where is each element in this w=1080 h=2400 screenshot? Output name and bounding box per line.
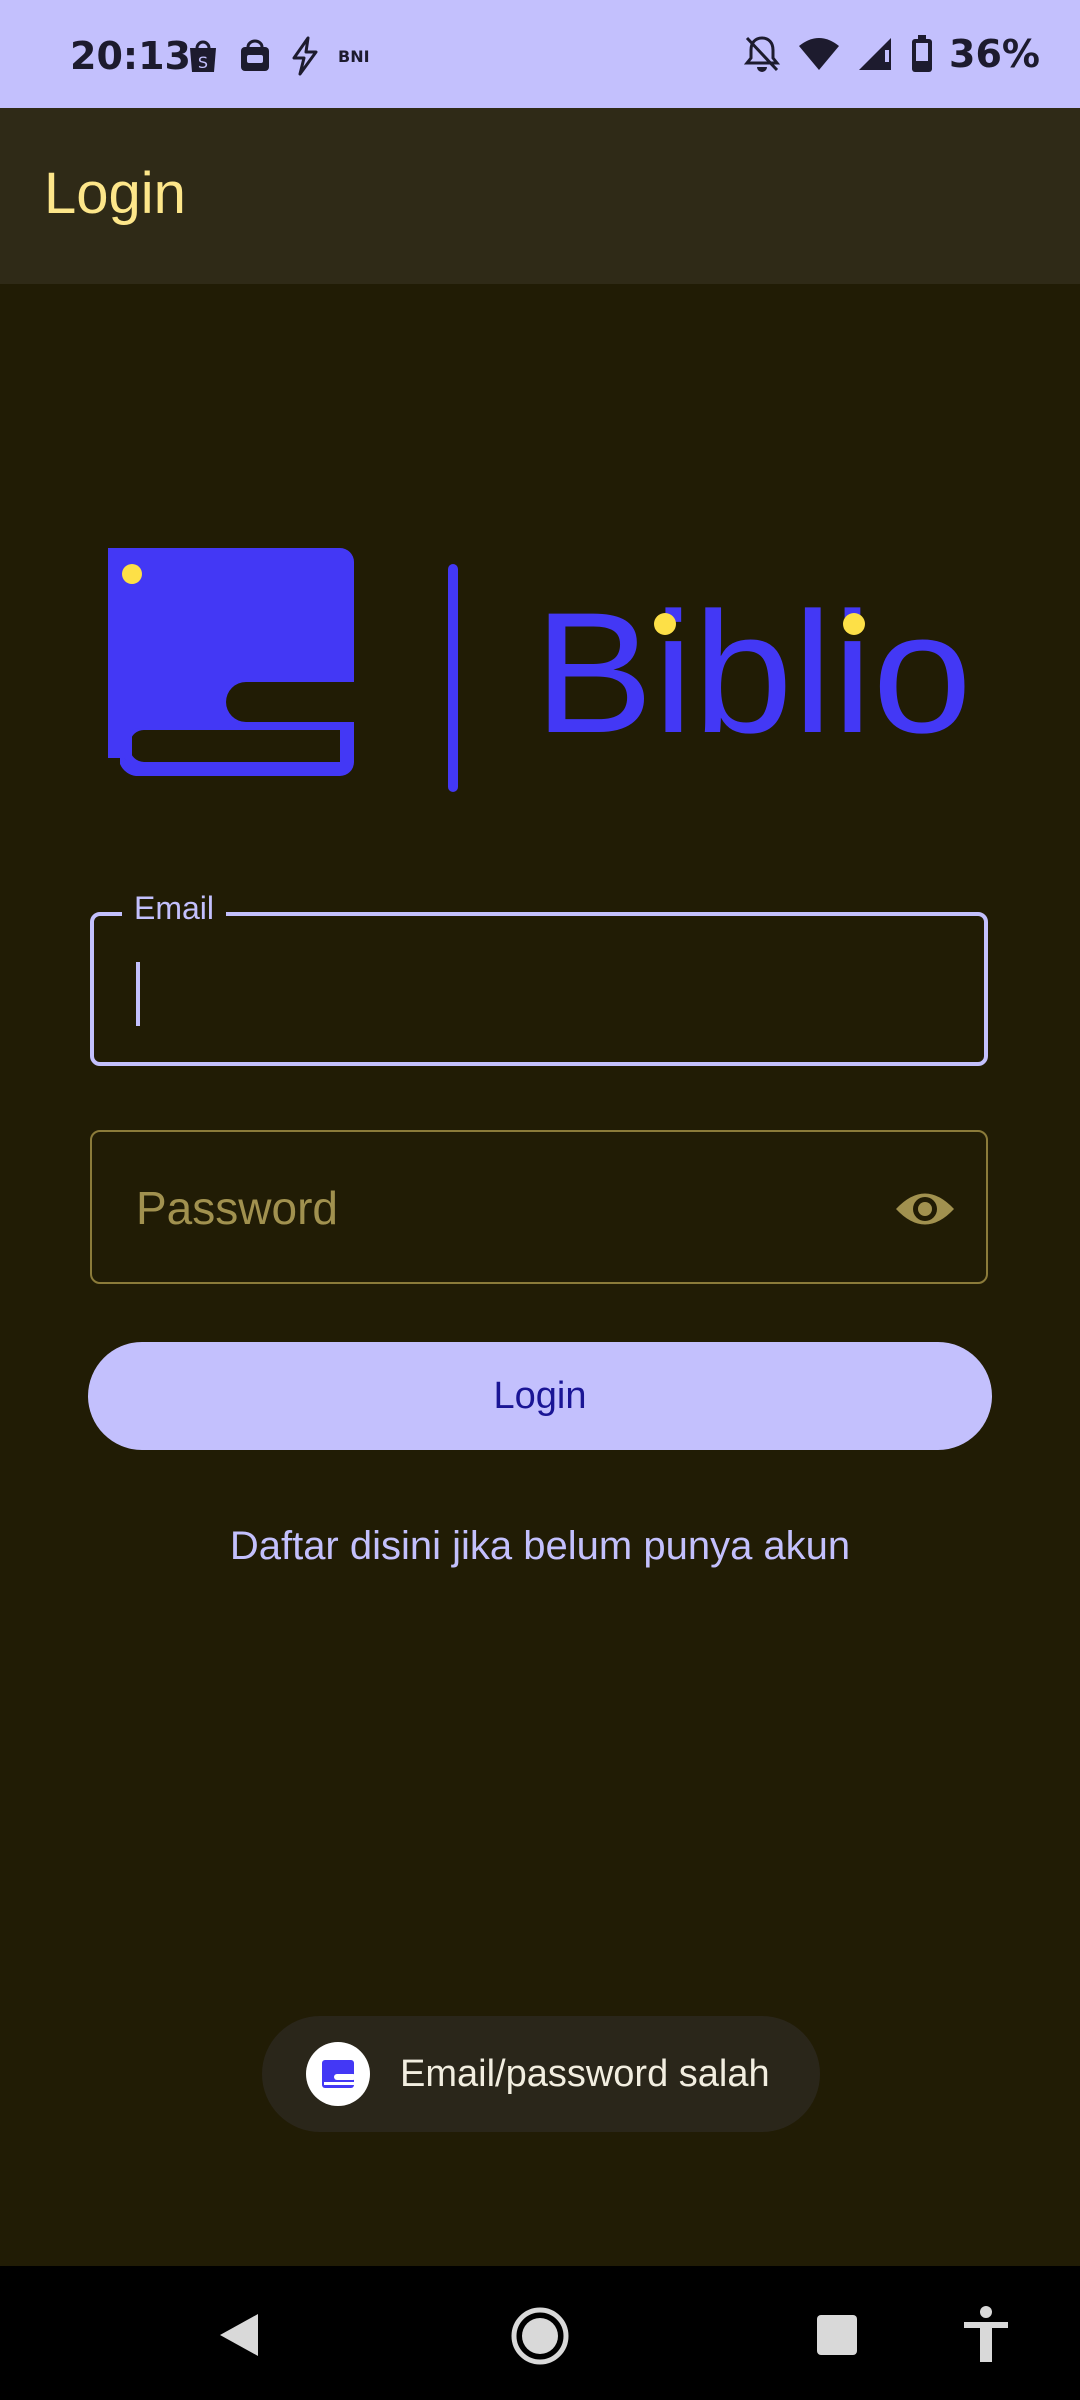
- bell-off-icon: [743, 36, 781, 72]
- logo-divider: [448, 564, 458, 792]
- flash-icon: [292, 36, 318, 76]
- logo-dot-2: [843, 613, 865, 635]
- bni-icon: BNI: [338, 46, 370, 66]
- recents-icon[interactable]: [816, 2314, 858, 2356]
- password-field[interactable]: [90, 1130, 988, 1284]
- svg-text:S: S: [198, 53, 208, 72]
- system-icons: 36%: [743, 32, 1040, 76]
- navigation-bar: [0, 2266, 1080, 2400]
- status-bar: 20:13 S BNI 36%: [0, 0, 1080, 108]
- app-icon: [306, 2042, 370, 2106]
- register-link[interactable]: Daftar disini jika belum punya akun: [0, 1524, 1080, 1569]
- logo-dot-1: [654, 613, 676, 635]
- bag-icon: [241, 39, 269, 71]
- battery-percent: 36%: [949, 32, 1040, 76]
- back-icon[interactable]: [218, 2312, 260, 2358]
- shopee-icon: S: [190, 40, 216, 72]
- page-title: Login: [44, 161, 186, 226]
- status-time: 20:13: [70, 34, 191, 78]
- app-bar: Login: [0, 108, 1080, 284]
- text-cursor: [136, 962, 140, 1026]
- logo-text: Biblio: [534, 577, 972, 769]
- signal-icon: [859, 38, 892, 70]
- email-field[interactable]: Email: [90, 890, 988, 1066]
- login-button[interactable]: Login: [88, 1342, 992, 1450]
- book-icon: [108, 548, 354, 776]
- biblio-logo: Biblio: [108, 548, 972, 792]
- accessibility-icon[interactable]: [962, 2306, 1010, 2364]
- toast-message: Email/password salah: [400, 2052, 770, 2095]
- eye-icon[interactable]: [894, 1178, 956, 1240]
- battery-icon: [912, 35, 933, 72]
- password-input[interactable]: [134, 1172, 878, 1244]
- email-input[interactable]: [130, 954, 934, 1026]
- error-toast: Email/password salah: [262, 2016, 820, 2132]
- wifi-icon: [799, 38, 840, 70]
- email-label: Email: [122, 890, 227, 927]
- notification-icons: S BNI: [186, 36, 370, 76]
- home-icon[interactable]: [510, 2306, 570, 2366]
